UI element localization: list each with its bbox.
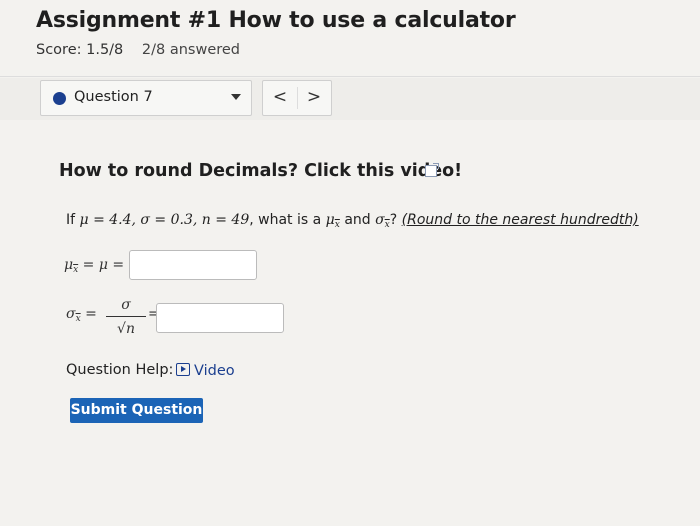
page-title: Assignment #1 How to use a calculator — [36, 8, 516, 33]
sigma-xbar-symbol: σx — [375, 212, 390, 230]
question-select-label: Question 7 — [74, 89, 153, 105]
sigma-value: σ = 0.3, — [140, 212, 198, 228]
question-help-label: Question Help: — [66, 362, 174, 378]
mu-xbar-symbol: μx — [325, 212, 340, 230]
mu-value: μ = 4.4, — [79, 212, 136, 228]
help-video-link[interactable]: Video — [176, 362, 235, 379]
question-select[interactable]: Question 7 — [40, 80, 252, 116]
equals-sign-1: = — [85, 306, 97, 322]
question-title-link[interactable]: How to round Decimals? Click this video! — [59, 161, 462, 181]
what-is-text: , what is a — [249, 212, 322, 228]
mean-equation-label: μx = μ = — [64, 257, 124, 275]
score-line: Score: 1.5/8 2/8 answered — [36, 42, 240, 58]
question-nav-buttons: < > — [262, 80, 332, 116]
answered-count: 2/8 answered — [141, 42, 241, 58]
problem-prefix: If — [66, 212, 76, 228]
previous-question-button[interactable]: < — [263, 81, 297, 115]
video-link-label: Video — [194, 363, 235, 379]
external-link-icon[interactable] — [425, 163, 439, 177]
mu-xbar-lhs: μx — [64, 257, 79, 275]
fraction-bar — [106, 316, 146, 317]
problem-statement: If μ = 4.4, σ = 0.3, n = 49, what is a μ… — [66, 212, 639, 230]
assignment-header: Assignment #1 How to use a calculator Sc… — [0, 0, 700, 74]
status-dot-icon — [53, 92, 66, 105]
question-mark: ? — [389, 212, 398, 228]
mean-equals-text: = μ = — [82, 257, 125, 273]
fraction-denominator: √n — [117, 321, 135, 337]
next-question-button[interactable]: > — [297, 81, 331, 115]
header-divider — [0, 76, 700, 77]
round-note: (Round to the nearest hundredth) — [401, 212, 639, 228]
and-text: and — [344, 212, 371, 228]
std-error-equation-label: σx = σ √n = — [66, 296, 160, 340]
score-text: Score: 1.5/8 — [36, 42, 124, 58]
std-error-answer-input[interactable] — [156, 303, 284, 333]
sigma-over-root-n: σ √n — [106, 296, 146, 338]
sigma-xbar-lhs: σx = — [66, 306, 97, 324]
fraction-numerator: σ — [121, 297, 131, 313]
submit-question-button[interactable]: Submit Question — [70, 398, 203, 423]
mean-answer-input[interactable] — [129, 250, 257, 280]
chevron-down-icon — [231, 94, 241, 100]
video-icon — [176, 363, 190, 376]
n-value: n = 49 — [201, 212, 250, 228]
